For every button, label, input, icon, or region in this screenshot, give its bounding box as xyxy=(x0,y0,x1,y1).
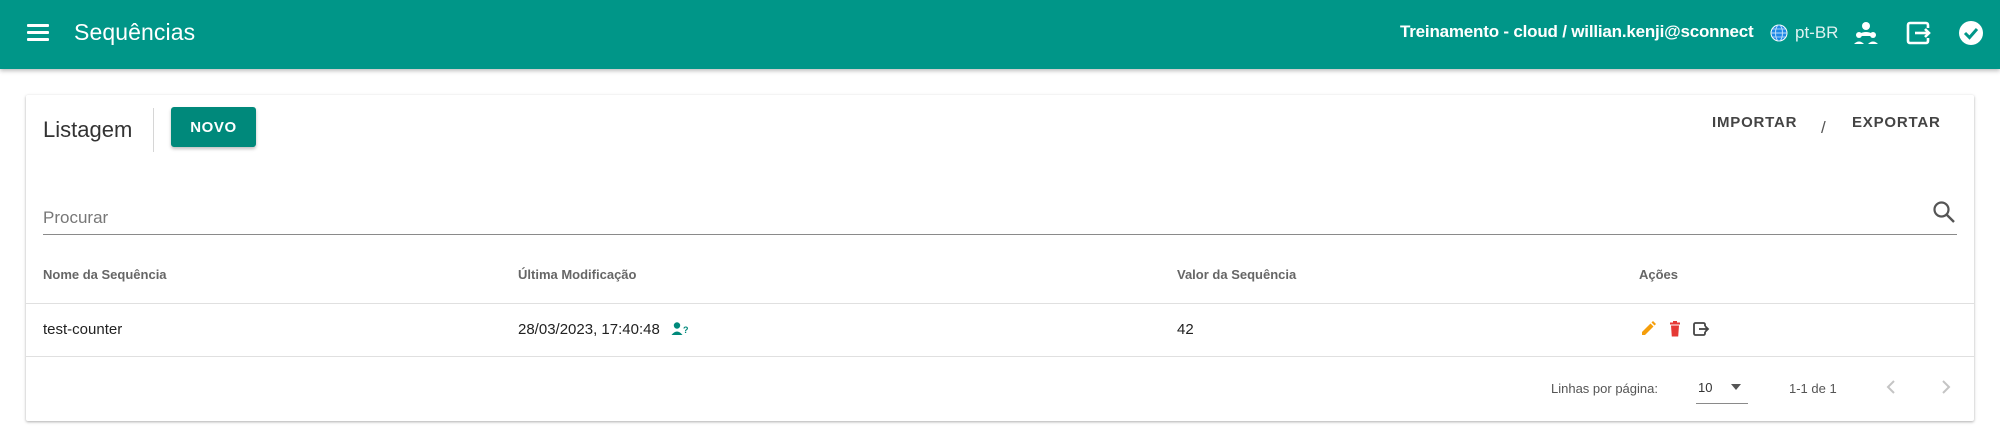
new-button[interactable]: NOVO xyxy=(171,107,256,147)
row-divider xyxy=(26,356,1974,357)
workspace-user-label: Treinamento - cloud / willian.kenji@scon… xyxy=(1400,22,1754,41)
exit-icon[interactable] xyxy=(1905,19,1933,47)
globe-icon[interactable] xyxy=(1770,24,1788,42)
page-title: Sequências xyxy=(74,19,196,45)
svg-text:?: ? xyxy=(683,325,689,335)
menu-icon[interactable] xyxy=(26,20,52,46)
title-divider xyxy=(153,108,154,152)
export-icon[interactable] xyxy=(1692,320,1710,338)
column-header-name[interactable]: Nome da Sequência xyxy=(43,267,167,282)
search-input[interactable] xyxy=(43,195,1903,233)
listing-title: Listagem xyxy=(43,117,133,142)
sequence-name-cell: test-counter xyxy=(43,321,123,338)
app-bar: Sequências Treinamento - cloud / willian… xyxy=(0,0,2000,69)
header-divider xyxy=(26,303,1974,304)
user-help-icon[interactable]: ? xyxy=(671,321,689,337)
previous-page-icon[interactable] xyxy=(1879,375,1903,399)
search-icon[interactable] xyxy=(1931,199,1957,225)
check-circle-icon[interactable] xyxy=(1957,19,1985,47)
language-selector[interactable]: pt-BR xyxy=(1795,23,1838,43)
export-button[interactable]: EXPORTAR xyxy=(1852,114,1941,131)
delete-icon[interactable] xyxy=(1666,320,1684,338)
next-page-icon[interactable] xyxy=(1934,375,1958,399)
rows-per-page-label: Linhas por página: xyxy=(1551,381,1658,396)
sequence-value-cell: 42 xyxy=(1177,321,1194,338)
chevron-down-icon xyxy=(1731,384,1741,390)
listing-card: Listagem NOVO IMPORTAR / EXPORTAR Nome d… xyxy=(26,95,1974,421)
page-range-label: 1-1 de 1 xyxy=(1789,381,1837,396)
modified-cell: 28/03/2023, 17:40:48 xyxy=(518,321,660,338)
users-icon[interactable] xyxy=(1852,19,1880,47)
rows-per-page-value: 10 xyxy=(1698,380,1713,395)
edit-icon[interactable] xyxy=(1639,320,1657,338)
action-separator: / xyxy=(1821,118,1826,137)
search-field xyxy=(43,195,1957,235)
rows-per-page-select[interactable]: 10 xyxy=(1696,373,1748,404)
import-button[interactable]: IMPORTAR xyxy=(1712,114,1797,131)
column-header-modified[interactable]: Última Modificação xyxy=(518,267,636,282)
column-header-value[interactable]: Valor da Sequência xyxy=(1177,267,1296,282)
column-header-actions: Ações xyxy=(1639,267,1679,282)
